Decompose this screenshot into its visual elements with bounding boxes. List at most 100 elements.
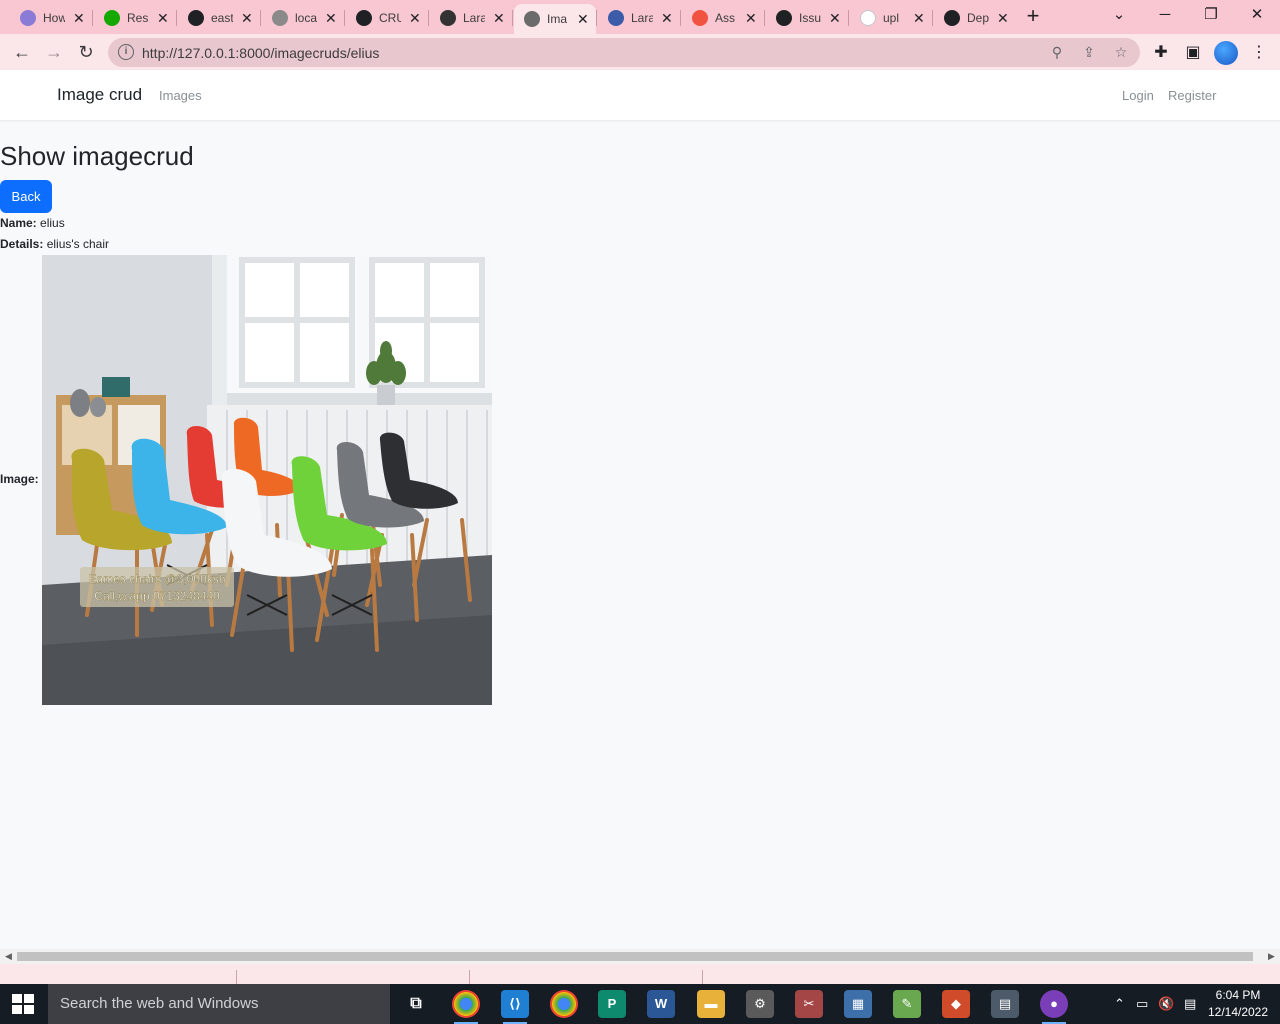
tab-separator — [428, 10, 429, 26]
shelf-divider — [236, 970, 237, 984]
tab-separator — [92, 10, 93, 26]
network-icon[interactable]: ▭ — [1136, 996, 1148, 1012]
browser-tab[interactable]: Ass ✕ — [682, 4, 764, 32]
windows-start-icon[interactable] — [12, 994, 34, 1014]
tab-search-icon[interactable]: ⌄ — [1104, 4, 1134, 26]
task-view-icon[interactable]: ⧉ — [402, 990, 430, 1018]
word-app-icon[interactable]: W — [647, 990, 675, 1018]
tab-separator — [932, 10, 933, 26]
forward-arrow-icon[interactable]: → — [42, 40, 66, 64]
tab-close-icon[interactable]: ✕ — [661, 11, 673, 25]
share-icon[interactable]: ⇪ — [1080, 44, 1098, 61]
tab-favicon-icon — [692, 10, 708, 26]
taskbar-clock[interactable]: 6:04 PM 12/14/2022 — [1206, 987, 1270, 1021]
extensions-icon[interactable]: ✚ — [1151, 42, 1171, 62]
browser-tab[interactable]: CRU ✕ — [346, 4, 428, 32]
tab-favicon-icon — [272, 10, 288, 26]
back-arrow-icon[interactable]: ← — [10, 40, 34, 64]
tab-close-icon[interactable]: ✕ — [913, 11, 925, 25]
github-desktop-icon[interactable]: ● — [1040, 990, 1068, 1024]
tray-chevron-icon[interactable]: ⌃ — [1114, 996, 1125, 1012]
tab-separator — [260, 10, 261, 26]
tab-separator — [344, 10, 345, 26]
vscode-app-icon[interactable]: ⟨⟩ — [501, 990, 529, 1024]
tab-close-icon[interactable]: ✕ — [409, 11, 421, 25]
clock-date: 12/14/2022 — [1207, 1005, 1269, 1019]
restore-button[interactable]: ❐ — [1196, 4, 1226, 26]
chrome-app-icon[interactable] — [452, 990, 480, 1024]
download-shelf — [0, 964, 1280, 984]
snipping-tool-icon[interactable]: ✂ — [795, 990, 823, 1018]
file-explorer-icon[interactable]: ▬ — [697, 990, 725, 1018]
tab-close-icon[interactable]: ✕ — [157, 11, 169, 25]
tab-title: Issu — [799, 11, 821, 25]
back-button[interactable]: Back — [0, 180, 52, 213]
site-info-icon[interactable]: i — [118, 44, 134, 60]
browser-tab[interactable]: Lara ✕ — [598, 4, 680, 32]
browser-tab[interactable]: Ima ✕ — [514, 4, 596, 34]
tab-favicon-icon — [440, 10, 456, 26]
nav-link-register[interactable]: Register — [1168, 88, 1216, 103]
photos-app-icon[interactable]: ▦ — [844, 990, 872, 1018]
scrollbar-thumb[interactable] — [17, 952, 1253, 961]
remote-desktop-icon[interactable]: ▤ — [991, 990, 1019, 1018]
tab-separator — [176, 10, 177, 26]
new-tab-button[interactable]: + — [1022, 5, 1044, 28]
browser-tab[interactable]: Res ✕ — [94, 4, 176, 32]
tab-title: loca — [295, 11, 317, 25]
browser-tab[interactable]: loca ✕ — [262, 4, 344, 32]
tab-title: Res — [127, 11, 149, 25]
tab-favicon-icon — [608, 10, 624, 26]
tab-close-icon[interactable]: ✕ — [997, 11, 1009, 25]
browser-toolbar: ← → ↻ i http://127.0.0.1:8000/imagecruds… — [0, 34, 1280, 70]
tab-close-icon[interactable]: ✕ — [73, 11, 85, 25]
bookmark-star-icon[interactable]: ☆ — [1112, 44, 1130, 61]
zoom-icon[interactable]: ⚲ — [1048, 44, 1066, 61]
tab-close-icon[interactable]: ✕ — [829, 11, 841, 25]
paint-app-icon[interactable]: ✎ — [893, 990, 921, 1018]
tab-close-icon[interactable]: ✕ — [493, 11, 505, 25]
scroll-left-arrow-icon[interactable]: ◀ — [5, 951, 12, 962]
details-field: Details: elius's chair — [0, 237, 109, 251]
publisher-app-icon[interactable]: P — [598, 990, 626, 1018]
nav-link-login[interactable]: Login — [1122, 88, 1154, 103]
horizontal-scrollbar[interactable]: ◀ ▶ — [0, 949, 1280, 964]
tab-favicon-icon — [356, 10, 372, 26]
browser-tab[interactable]: Issu ✕ — [766, 4, 848, 32]
tab-separator — [512, 10, 513, 26]
profile-avatar[interactable] — [1214, 41, 1238, 65]
volume-muted-icon[interactable]: 🔇 — [1158, 996, 1174, 1012]
taskbar-search-input[interactable]: Search the web and Windows — [48, 984, 390, 1024]
tab-close-icon[interactable]: ✕ — [325, 11, 337, 25]
close-window-button[interactable]: ✕ — [1242, 4, 1272, 26]
shelf-divider — [469, 970, 470, 984]
name-value: elius — [40, 216, 65, 230]
browser-tab[interactable]: How ✕ — [10, 4, 92, 32]
notifications-icon[interactable]: ▤ — [1184, 996, 1196, 1012]
address-bar[interactable]: i http://127.0.0.1:8000/imagecruds/elius… — [108, 38, 1140, 67]
git-app-icon[interactable]: ◆ — [942, 990, 970, 1018]
shelf-divider — [702, 970, 703, 984]
browser-tab-strip: How ✕ Res ✕ east ✕ loca ✕ CRU ✕ Lara ✕ Ima ✕ Lara ✕ Ass ✕… — [0, 0, 1280, 34]
side-panel-icon[interactable]: ▣ — [1183, 42, 1203, 62]
url-text[interactable]: http://127.0.0.1:8000/imagecruds/elius — [142, 45, 379, 61]
nav-link-images[interactable]: Images — [159, 88, 202, 103]
scroll-right-arrow-icon[interactable]: ▶ — [1268, 951, 1275, 962]
tab-title: CRU — [379, 11, 401, 25]
tab-separator — [596, 10, 597, 26]
browser-tab[interactable]: east ✕ — [178, 4, 260, 32]
browser-tab[interactable]: upl ✕ — [850, 4, 932, 32]
tab-title: Lara — [463, 11, 485, 25]
navbar-brand[interactable]: Image crud — [57, 85, 142, 105]
browser-tab[interactable]: Lara ✕ — [430, 4, 512, 32]
tab-close-icon[interactable]: ✕ — [577, 12, 589, 26]
reload-icon[interactable]: ↻ — [74, 40, 98, 64]
tab-close-icon[interactable]: ✕ — [745, 11, 757, 25]
page-title: Show imagecrud — [0, 141, 194, 171]
tab-close-icon[interactable]: ✕ — [241, 11, 253, 25]
minimize-button[interactable]: ─ — [1150, 4, 1180, 26]
menu-kebab-icon[interactable]: ⋮ — [1249, 42, 1269, 62]
chrome-alt-app-icon[interactable] — [550, 990, 578, 1018]
browser-tab[interactable]: Dep ✕ — [934, 4, 1016, 32]
utility-app-icon[interactable]: ⚙ — [746, 990, 774, 1018]
